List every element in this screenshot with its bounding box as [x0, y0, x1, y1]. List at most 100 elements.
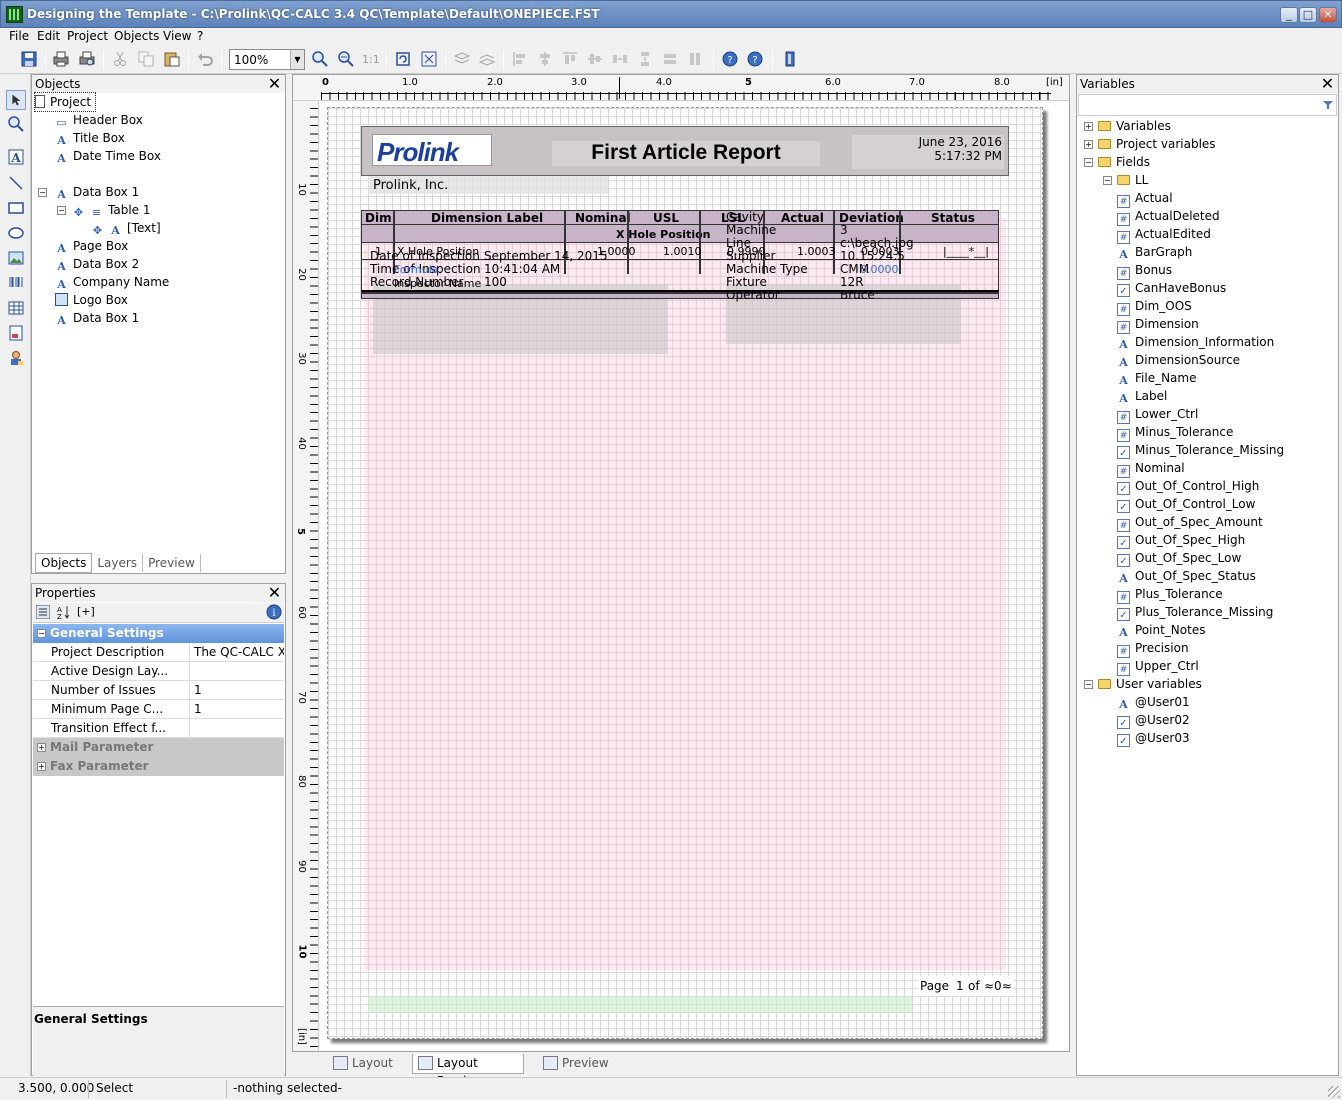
tree-item-date-time-box[interactable]: A Date Time Box	[55, 147, 161, 165]
collapse-icon[interactable]: −	[1084, 158, 1093, 167]
property-value[interactable]: 1	[192, 700, 284, 718]
filter-icon[interactable]	[1323, 100, 1333, 110]
chevron-down-icon[interactable]: ▼	[290, 50, 304, 69]
menu-project[interactable]: Project	[67, 29, 108, 43]
variable-item[interactable]: Variables	[1098, 117, 1171, 135]
collapse-icon[interactable]: −	[1084, 680, 1093, 689]
refresh-icon[interactable]	[395, 51, 411, 67]
variable-item[interactable]: # Plus_Tolerance	[1117, 585, 1223, 604]
menu-edit[interactable]: Edit	[37, 29, 60, 43]
app-icon[interactable]	[6, 6, 23, 23]
tree-item-data-box-1[interactable]: A Data Box 1	[55, 183, 139, 201]
distribute-h-icon[interactable]	[612, 51, 628, 67]
variable-item[interactable]: ✓ Out_Of_Control_High	[1117, 477, 1259, 495]
copy-icon[interactable]	[138, 51, 154, 67]
page-box[interactable]: Page 1 of ≈0≈	[918, 976, 1014, 996]
close-icon[interactable]: ✕	[1319, 7, 1337, 23]
tab-objects[interactable]: Objects	[35, 553, 93, 573]
company-name-box[interactable]: Prolink, Inc.	[368, 176, 608, 194]
variable-item[interactable]: # Upper_Ctrl	[1117, 657, 1199, 676]
align-left-icon[interactable]	[512, 51, 528, 67]
property-row[interactable]: Project DescriptionThe QC-CALC Xbar ...	[33, 643, 284, 662]
user-tool-icon[interactable]	[8, 350, 24, 366]
property-group-general[interactable]: General Settings	[33, 624, 284, 643]
property-group-fax[interactable]: Fax Parameter	[33, 757, 284, 776]
tab-layout-preview[interactable]: Layout Preview	[412, 1054, 524, 1088]
menu-view[interactable]: View	[163, 29, 191, 43]
undo-icon[interactable]	[197, 51, 213, 67]
expand-icon[interactable]: +	[1084, 140, 1093, 149]
variable-item[interactable]: A Out_Of_Spec_Status	[1117, 567, 1256, 585]
variable-item[interactable]: # Bonus	[1117, 261, 1172, 280]
collapse-icon[interactable]: −	[37, 629, 46, 638]
property-row[interactable]: Active Design Lay...	[33, 662, 284, 681]
menu-file[interactable]: File	[9, 29, 29, 43]
tree-item-header-box[interactable]: ▭ Header Box	[55, 111, 143, 129]
context-help-icon[interactable]: ?	[747, 51, 763, 67]
variable-item[interactable]: ✓ Out_Of_Spec_Low	[1117, 549, 1241, 567]
variable-item[interactable]: # Actual	[1117, 189, 1173, 208]
expand-icon[interactable]: +	[37, 743, 46, 752]
collapse-icon[interactable]: −	[1103, 176, 1112, 185]
tree-item-logo-box[interactable]: Logo Box	[55, 291, 128, 309]
variable-item[interactable]: ✓ Plus_Tolerance_Missing	[1117, 603, 1273, 621]
zoom-select[interactable]: 100% ▼	[229, 49, 305, 70]
form-tool-icon[interactable]	[8, 325, 24, 341]
variable-item[interactable]: ✓ @User03	[1117, 729, 1190, 747]
save-icon[interactable]	[21, 51, 37, 67]
collapse-icon[interactable]: −	[38, 188, 47, 197]
resize-grip-icon[interactable]	[1328, 1086, 1340, 1098]
line-tool-icon[interactable]	[8, 175, 24, 191]
align-center-icon[interactable]	[537, 51, 553, 67]
date-time-box[interactable]: June 23, 2016 5:17:32 PM	[852, 135, 1004, 169]
categorized-icon[interactable]	[36, 605, 50, 619]
variable-item[interactable]: A Dimension_Information	[1117, 333, 1274, 351]
variable-item[interactable]: ✓ Out_Of_Control_Low	[1117, 495, 1255, 513]
menu-help[interactable]: ?	[197, 29, 203, 43]
print-preview-icon[interactable]	[79, 51, 95, 67]
tree-item-text[interactable]: ✥ A [Text]	[91, 219, 161, 237]
variable-item[interactable]: # Dim_OOS	[1117, 297, 1192, 316]
tree-item-project[interactable]: Project	[34, 92, 96, 112]
same-height-icon[interactable]	[687, 51, 703, 67]
property-row[interactable]: Minimum Page C... 1	[33, 700, 284, 719]
variable-item[interactable]: # Out_of_Spec_Amount	[1117, 513, 1263, 532]
paste-icon[interactable]	[164, 51, 180, 67]
variable-item[interactable]: # Precision	[1117, 639, 1189, 658]
layer-back-icon[interactable]	[479, 51, 495, 67]
property-group-mail[interactable]: Mail Parameter	[33, 738, 284, 757]
select-tool-icon[interactable]	[6, 90, 26, 110]
tab-layers[interactable]: Layers	[92, 554, 144, 572]
rectangle-tool-icon[interactable]	[8, 200, 24, 216]
variables-panel-close-icon[interactable]: ✕	[1319, 76, 1336, 93]
sort-az-icon[interactable]: AZ	[57, 605, 71, 619]
variable-item[interactable]: ✓ Out_Of_Spec_High	[1117, 531, 1245, 549]
design-workspace[interactable]: 0 1.0 2.0 3.0 4.0 5 6.0 7.0 8.0 [in] 10 …	[292, 74, 1070, 1052]
tree-item-company-name[interactable]: A Company Name	[55, 273, 169, 291]
zoom-tool-icon[interactable]	[8, 116, 24, 132]
tree-item-table-1[interactable]: ✥ ≡ Table 1	[72, 201, 151, 219]
variable-item[interactable]: A DimensionSource	[1117, 351, 1240, 369]
align-middle-icon[interactable]	[587, 51, 603, 67]
property-row[interactable]: Transition Effect f...	[33, 719, 284, 738]
minimize-icon[interactable]: _	[1280, 7, 1298, 23]
variable-item[interactable]: Project variables	[1098, 135, 1216, 153]
ellipse-tool-icon[interactable]	[8, 225, 24, 241]
expand-all-button[interactable]: [+]	[77, 605, 95, 618]
variable-item[interactable]: A File_Name	[1117, 369, 1196, 387]
variable-item[interactable]: Fields	[1098, 153, 1150, 171]
help-icon[interactable]: ?	[722, 51, 738, 67]
collapse-icon[interactable]: −	[57, 206, 66, 215]
tab-layout[interactable]: Layout	[328, 1054, 408, 1074]
variable-item[interactable]: # Lower_Ctrl	[1117, 405, 1198, 424]
header-box[interactable]: Prolink First Article Report June 23, 20…	[361, 126, 1009, 176]
variable-item[interactable]: ✓ @User02	[1117, 711, 1190, 729]
variable-item[interactable]: # Dimension	[1117, 315, 1199, 334]
exit-icon[interactable]	[782, 51, 798, 67]
align-top-icon[interactable]	[562, 51, 578, 67]
info-icon[interactable]: i	[266, 604, 282, 620]
variable-item[interactable]: A Label	[1117, 387, 1167, 405]
property-value[interactable]: The QC-CALC Xbar ...	[192, 643, 284, 661]
image-tool-icon[interactable]	[8, 250, 24, 266]
report-page[interactable]: Prolink First Article Report June 23, 20…	[327, 107, 1043, 1039]
